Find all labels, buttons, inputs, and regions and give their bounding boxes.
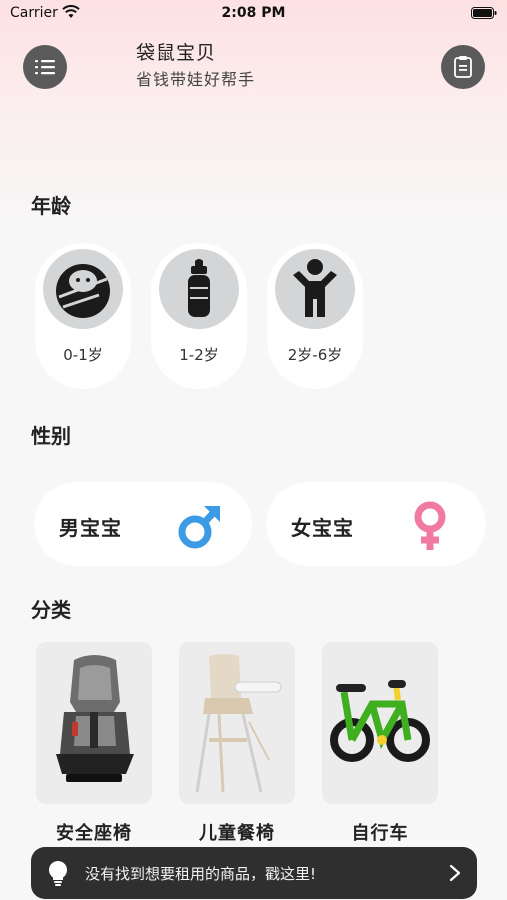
category-high-chair[interactable]: 儿童餐椅: [179, 642, 295, 845]
lightbulb-icon: [48, 860, 68, 886]
category-car-seat[interactable]: 安全座椅: [36, 642, 152, 845]
high-chair-image: [179, 642, 295, 804]
category-label: 自行车: [351, 823, 409, 844]
age-section-title: 年龄: [31, 194, 71, 218]
menu-button[interactable]: [23, 45, 67, 89]
swaddled-baby-icon: [56, 264, 110, 318]
child-icon: [293, 259, 337, 317]
female-symbol-icon: [414, 501, 446, 550]
app-title: 袋鼠宝贝: [136, 42, 217, 64]
app-subtitle: 省钱带娃好帮手: [136, 70, 256, 89]
status-bar: Carrier 2:08 PM: [0, 0, 507, 28]
age-option-2-6[interactable]: 2岁-6岁: [267, 243, 363, 389]
bicycle-image: [322, 642, 438, 804]
category-section-title: 分类: [31, 598, 71, 622]
gender-section-title: 性别: [31, 424, 71, 448]
gender-label: 女宝宝: [291, 516, 354, 540]
clock: 2:08 PM: [221, 5, 286, 21]
category-bicycle[interactable]: 自行车: [322, 642, 438, 845]
category-label: 安全座椅: [56, 823, 132, 844]
age-label: 2岁-6岁: [287, 346, 343, 364]
gender-option-boy[interactable]: 男宝宝: [34, 482, 252, 566]
chevron-right-icon: [449, 864, 461, 882]
category-label: 儿童餐椅: [199, 823, 275, 844]
gender-option-girl[interactable]: 女宝宝: [266, 482, 486, 566]
banner-text: 没有找到想要租用的商品，戳这里!: [85, 865, 317, 883]
request-item-banner[interactable]: 没有找到想要租用的商品，戳这里!: [31, 847, 477, 899]
list-icon: [35, 60, 55, 75]
gender-label: 男宝宝: [59, 516, 122, 540]
clipboard-button[interactable]: [441, 45, 485, 89]
battery-icon: [471, 7, 497, 19]
age-option-1-2[interactable]: 1-2岁: [151, 243, 247, 389]
age-label: 0-1岁: [63, 346, 103, 364]
age-label: 1-2岁: [179, 346, 219, 364]
clipboard-icon: [454, 56, 472, 78]
car-seat-image: [36, 642, 152, 804]
male-symbol-icon: [178, 506, 220, 549]
baby-bottle-icon: [188, 259, 210, 317]
age-option-0-1[interactable]: 0-1岁: [35, 243, 131, 389]
